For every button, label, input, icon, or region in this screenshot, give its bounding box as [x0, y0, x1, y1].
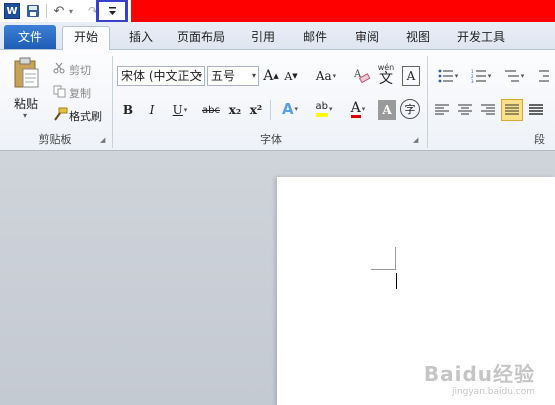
font-launcher-icon[interactable]: ◢	[413, 136, 421, 144]
margin-corner-mark	[371, 269, 396, 270]
quick-access-separator	[46, 4, 47, 18]
watermark-brand: Baidu经验	[423, 362, 535, 386]
font-name-combo[interactable]: 宋体 (中文正文 ▾	[117, 66, 205, 86]
shrink-font-icon[interactable]: A ▼	[283, 66, 299, 86]
bold-icon[interactable]: B	[119, 100, 137, 120]
font-separator	[270, 100, 271, 120]
undo-icon[interactable]: ↶	[52, 3, 66, 19]
align-left-icon[interactable]	[433, 100, 451, 120]
text-highlight-icon[interactable]: ab ▾	[308, 99, 340, 119]
tab-file[interactable]: 文件	[4, 25, 56, 49]
baidu-watermark: Baidu经验 jingyan.baidu.com	[424, 358, 535, 397]
justify-icon[interactable]	[501, 99, 523, 121]
save-icon[interactable]	[24, 3, 42, 19]
font-group-label: 字体	[260, 133, 282, 146]
paragraph-group-label: 段	[534, 133, 545, 146]
underline-icon[interactable]: U ▾	[166, 100, 194, 120]
font-name-dropdown-icon[interactable]: ▾	[198, 67, 202, 85]
tab-insert[interactable]: 插入	[124, 27, 158, 49]
clipboard-group-label: 剪贴板	[38, 133, 72, 146]
tab-view[interactable]: 视图	[401, 27, 435, 49]
paste-dropdown-icon[interactable]: ▾	[23, 111, 27, 120]
text-effects-icon[interactable]: A ▾	[275, 99, 305, 119]
ribbon-tab-bar: 文件 开始 插入 页面布局 引用 邮件 审阅 视图 开发工具	[0, 22, 555, 50]
font-size-dropdown-icon[interactable]: ▾	[252, 67, 256, 85]
undo-dropdown-icon[interactable]: ▾	[67, 3, 75, 19]
change-case-icon[interactable]: Aa ▾	[311, 66, 341, 86]
clear-format-icon[interactable]: A	[352, 64, 372, 88]
bullets-icon[interactable]: ▾	[433, 66, 463, 86]
margin-corner-mark	[395, 247, 396, 270]
tab-page-layout[interactable]: 页面布局	[172, 27, 230, 49]
format-painter-label[interactable]: 格式刷	[69, 108, 102, 124]
copy-label[interactable]: 复制	[69, 85, 91, 101]
tab-references[interactable]: 引用	[246, 27, 280, 49]
enclose-characters-icon[interactable]: 字	[400, 99, 420, 119]
highlight-box	[96, 0, 128, 23]
font-size-combo[interactable]: 五号 ▾	[207, 66, 259, 86]
grow-font-icon[interactable]: A ▲	[263, 66, 279, 86]
align-right-icon[interactable]	[479, 100, 497, 120]
strikethrough-icon[interactable]: abc	[198, 100, 224, 120]
tab-review[interactable]: 审阅	[350, 27, 384, 49]
clipboard-launcher-icon[interactable]: ◢	[100, 136, 108, 144]
document-workspace: Baidu经验 jingyan.baidu.com	[0, 152, 555, 405]
numbering-icon[interactable]: 1 2 3 ▾	[466, 66, 496, 86]
italic-icon[interactable]: I	[143, 100, 161, 120]
paste-label[interactable]: 粘贴	[14, 95, 38, 112]
distributed-align-icon[interactable]	[527, 100, 545, 120]
copy-icon[interactable]	[52, 84, 66, 98]
align-center-icon[interactable]	[456, 100, 474, 120]
format-painter-icon[interactable]	[52, 107, 68, 121]
text-cursor	[396, 273, 397, 289]
title-bar: W ↶ ▾ ↷	[0, 0, 555, 23]
tab-mailings[interactable]: 邮件	[298, 27, 332, 49]
group-separator	[112, 56, 113, 148]
watermark-url: jingyan.baidu.com	[451, 387, 535, 397]
svg-text:3: 3	[471, 79, 474, 83]
word-app-icon[interactable]: W	[4, 3, 20, 19]
cut-icon[interactable]	[52, 61, 66, 75]
character-border-icon[interactable]: A	[402, 66, 420, 86]
ribbon: 粘贴 ▾ 剪切 复制 格式刷 剪贴板 ◢ 宋体 (中文正文 ▾ 五号 ▾ A ▲ …	[0, 50, 555, 151]
decrease-indent-icon[interactable]	[537, 66, 551, 86]
phonetic-guide-icon[interactable]: wén 文	[374, 62, 398, 88]
superscript-icon[interactable]: x²	[247, 100, 265, 120]
group-separator	[427, 56, 428, 148]
tab-home[interactable]: 开始	[62, 26, 110, 50]
multilevel-list-icon[interactable]: ▾	[499, 66, 529, 86]
font-size-value: 五号	[211, 69, 236, 83]
character-shading-icon[interactable]: A	[378, 100, 396, 120]
cut-label[interactable]: 剪切	[69, 62, 91, 78]
title-bar-fill	[131, 0, 555, 22]
font-name-value: 宋体 (中文正文	[121, 69, 202, 83]
subscript-icon[interactable]: x₂	[226, 100, 244, 120]
tab-developer[interactable]: 开发工具	[452, 27, 510, 49]
document-page[interactable]: Baidu经验 jingyan.baidu.com	[277, 177, 555, 405]
paste-icon[interactable]	[11, 56, 41, 90]
font-color-icon[interactable]: A ▾	[343, 99, 373, 119]
